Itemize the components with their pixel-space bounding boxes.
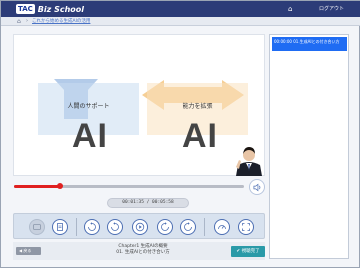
bookmark-icon — [57, 223, 63, 231]
top-header: TAC Biz School ⌂ ログアウト — [1, 1, 360, 17]
logo-badge: TAC — [16, 4, 35, 14]
fullscreen-button[interactable] — [238, 219, 254, 235]
slide-label-left: 人間のサポート — [67, 103, 110, 110]
play-button[interactable] — [132, 219, 148, 235]
subtitles-icon — [33, 224, 41, 230]
house-icon[interactable]: ⌂ — [288, 5, 296, 13]
controls-divider — [76, 218, 77, 236]
app-window: TAC Biz School ⌂ ログアウト ⌂ › これから始める生成AIの活… — [0, 0, 360, 268]
time-display: 00:01:35 / 00:05:58 — [107, 198, 189, 208]
logo-text: Biz School — [37, 4, 85, 14]
rewind-10-button[interactable] — [84, 219, 100, 235]
player-controls — [13, 213, 265, 239]
lesson-footer: ◀ 戻る Chapter1 生成AIの概要 01. 生成AIとの付き合い方 — [13, 242, 265, 260]
rewind-10-icon — [88, 222, 96, 231]
chapter-title: Chapter1 生成AIの概要 01. 生成AIとの付き合い方 — [103, 244, 183, 256]
breadcrumb-separator: › — [26, 18, 28, 24]
forward-10-button[interactable] — [180, 219, 196, 235]
progress-bar[interactable] — [14, 183, 244, 189]
speed-icon — [218, 225, 226, 230]
fullscreen-icon — [242, 223, 250, 231]
slide-label-right: 能力を拡張 — [182, 103, 213, 110]
forward-5-button[interactable] — [157, 219, 173, 235]
home-icon[interactable]: ⌂ — [17, 18, 21, 25]
slide-ai-left: AI — [72, 117, 108, 155]
complete-button[interactable]: ✔ 視聴完了 — [231, 246, 265, 257]
volume-button[interactable] — [249, 179, 265, 195]
play-icon — [135, 222, 145, 232]
forward-5-icon — [161, 222, 169, 231]
logo[interactable]: TAC Biz School — [16, 3, 84, 15]
progress-fill — [14, 185, 60, 188]
chapter-line-2: 01. 生成AIとの付き合い方 — [116, 250, 170, 255]
speed-button[interactable] — [214, 219, 230, 235]
back-5-icon — [111, 222, 119, 231]
progress-handle[interactable] — [57, 183, 63, 189]
breadcrumb-course-link[interactable]: これから始める生成AIの活用 — [32, 18, 90, 25]
chapter-list-item[interactable]: 00:00:00 01.生成AIとの付き合い方 — [272, 37, 347, 51]
chapter-list: 00:00:00 01.生成AIとの付き合い方 — [269, 34, 349, 259]
controls-divider — [204, 218, 205, 236]
bookmark-button[interactable] — [52, 219, 68, 235]
subtitles-button[interactable] — [29, 219, 45, 235]
breadcrumb: ⌂ › これから始める生成AIの活用 — [1, 17, 360, 26]
back-button[interactable]: ◀ 戻る — [16, 247, 41, 255]
logout-link[interactable]: ログアウト — [319, 5, 344, 13]
forward-10-icon — [184, 222, 192, 231]
video-player[interactable]: 人間のサポート 能力を拡張 AI AI — [13, 34, 265, 176]
presenter-avatar — [236, 147, 262, 176]
back-5-button[interactable] — [107, 219, 123, 235]
slide-ai-right: AI — [182, 117, 218, 155]
volume-icon — [253, 183, 260, 191]
